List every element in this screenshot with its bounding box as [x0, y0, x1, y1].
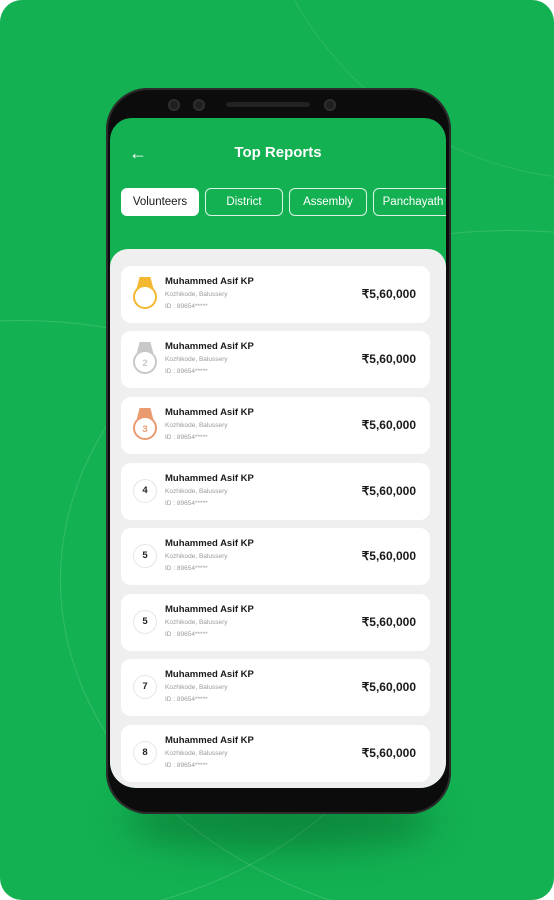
amount-value: ₹5,60,000	[361, 549, 416, 563]
rank-number: 3	[133, 416, 157, 440]
list-item[interactable]: 5 Muhammed Asif KP Kozhikode, Balussery ID …	[121, 528, 430, 585]
phone-sensor-bar	[148, 96, 408, 114]
amount-value: ₹5,60,000	[361, 680, 416, 694]
volunteer-id: ID : 89654*****	[165, 631, 208, 638]
volunteer-location: Kozhikode, Balussery	[165, 291, 228, 298]
volunteer-location: Kozhikode, Balussery	[165, 619, 228, 626]
volunteer-id: ID : 89654*****	[165, 762, 208, 769]
gold-medal-icon	[133, 275, 157, 315]
volunteer-location: Kozhikode, Balussery	[165, 750, 228, 757]
volunteer-name: Muhammed Asif KP	[165, 341, 254, 352]
volunteer-name: Muhammed Asif KP	[165, 604, 254, 615]
volunteer-name: Muhammed Asif KP	[165, 276, 254, 287]
sensor-icon	[168, 99, 180, 111]
rank-badge: 8	[133, 741, 157, 765]
page-title: Top Reports	[234, 144, 322, 161]
volunteer-id: ID : 89654*****	[165, 368, 208, 375]
speaker-slot	[226, 102, 310, 107]
app-header: ← Top Reports	[110, 118, 446, 188]
volunteer-name: Muhammed Asif KP	[165, 538, 254, 549]
volunteer-id: ID : 89654*****	[165, 303, 208, 310]
list-item[interactable]: 3 Muhammed Asif KP Kozhikode, Balussery ID …	[121, 397, 430, 454]
amount-value: ₹5,60,000	[361, 287, 416, 301]
rank-badge: 4	[133, 479, 157, 503]
rank-number	[133, 285, 157, 309]
tab-district[interactable]: District	[205, 188, 283, 216]
rank-number: 2	[133, 350, 157, 374]
tab-assembly[interactable]: Assembly	[289, 188, 367, 216]
volunteer-name: Muhammed Asif KP	[165, 735, 254, 746]
sensor-icon	[193, 99, 205, 111]
volunteer-location: Kozhikode, Balussery	[165, 422, 228, 429]
volunteer-name: Muhammed Asif KP	[165, 473, 254, 484]
amount-value: ₹5,60,000	[361, 418, 416, 432]
amount-value: ₹5,60,000	[361, 615, 416, 629]
rank-badge: 5	[133, 544, 157, 568]
app-screen: ← Top Reports Volunteers District Assemb…	[110, 118, 446, 788]
tab-volunteers[interactable]: Volunteers	[121, 188, 199, 216]
volunteer-id: ID : 89654*****	[165, 434, 208, 441]
volunteer-location: Kozhikode, Balussery	[165, 488, 228, 495]
bronze-medal-icon: 3	[133, 406, 157, 446]
list-item[interactable]: 4 Muhammed Asif KP Kozhikode, Balussery ID …	[121, 463, 430, 520]
amount-value: ₹5,60,000	[361, 746, 416, 760]
volunteer-location: Kozhikode, Balussery	[165, 684, 228, 691]
volunteer-id: ID : 89654*****	[165, 500, 208, 507]
list-item[interactable]: 8 Muhammed Asif KP Kozhikode, Balussery ID …	[121, 725, 430, 782]
volunteer-id: ID : 89654*****	[165, 696, 208, 703]
list-item[interactable]: Muhammed Asif KP Kozhikode, Balussery ID :…	[121, 266, 430, 323]
report-list: Muhammed Asif KP Kozhikode, Balussery ID :…	[110, 249, 446, 788]
volunteer-name: Muhammed Asif KP	[165, 407, 254, 418]
list-item[interactable]: 2 Muhammed Asif KP Kozhikode, Balussery ID …	[121, 331, 430, 388]
silver-medal-icon: 2	[133, 340, 157, 380]
amount-value: ₹5,60,000	[361, 352, 416, 366]
amount-value: ₹5,60,000	[361, 484, 416, 498]
camera-icon	[324, 99, 336, 111]
volunteer-id: ID : 89654*****	[165, 565, 208, 572]
list-item[interactable]: 5 Muhammed Asif KP Kozhikode, Balussery ID …	[121, 594, 430, 651]
list-item[interactable]: 7 Muhammed Asif KP Kozhikode, Balussery ID …	[121, 659, 430, 716]
volunteer-location: Kozhikode, Balussery	[165, 553, 228, 560]
rank-badge: 7	[133, 675, 157, 699]
volunteer-location: Kozhikode, Balussery	[165, 356, 228, 363]
rank-badge: 5	[133, 610, 157, 634]
tab-panchayath[interactable]: Panchayath	[373, 188, 446, 216]
volunteer-name: Muhammed Asif KP	[165, 669, 254, 680]
